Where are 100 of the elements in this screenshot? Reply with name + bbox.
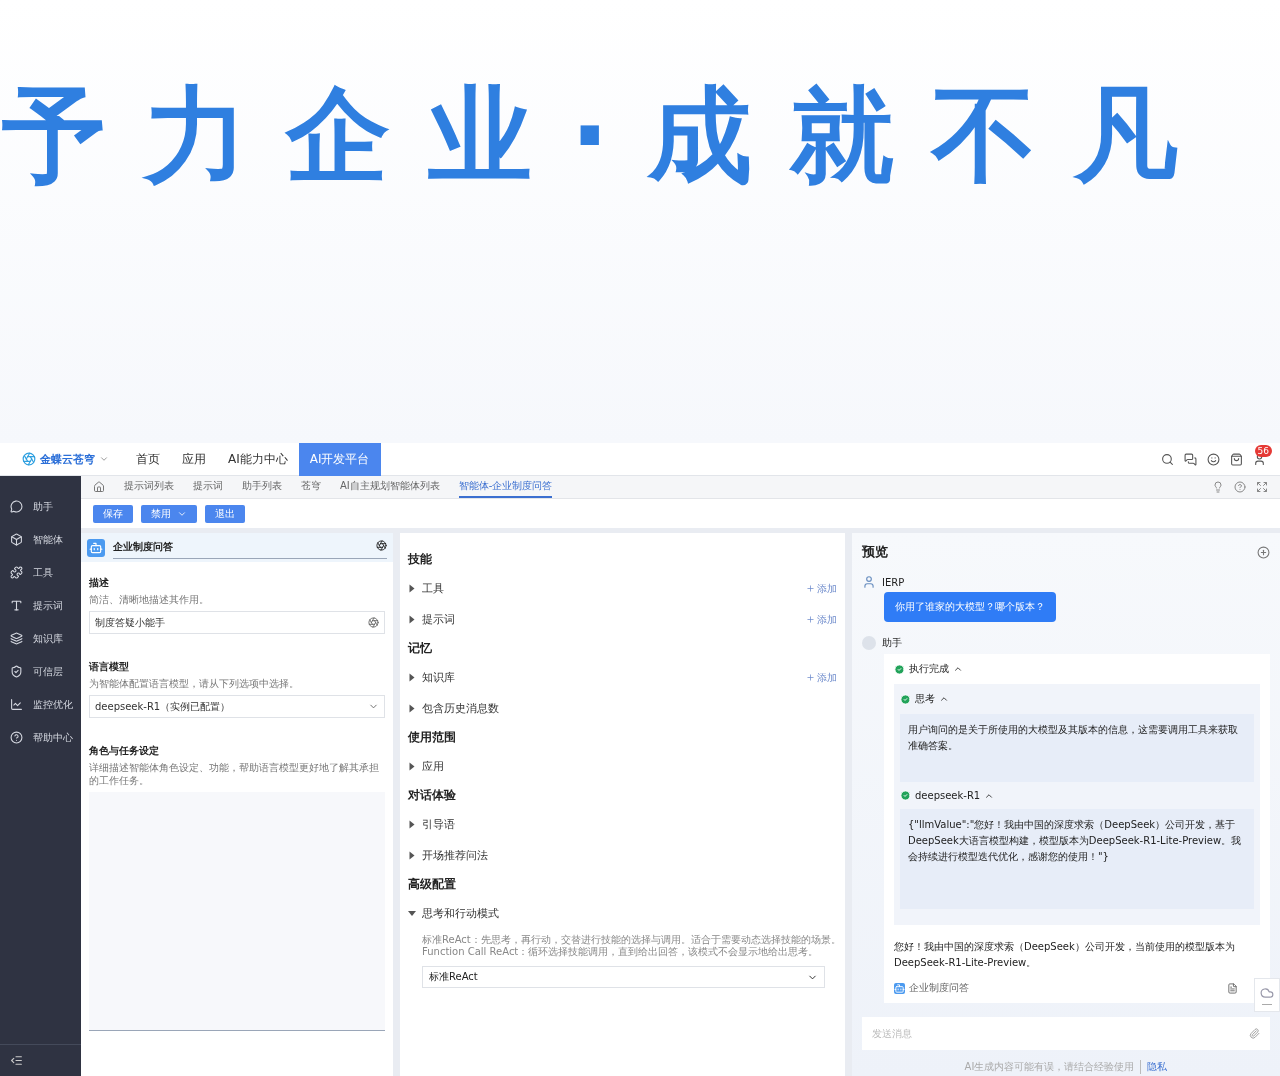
skill-label[interactable]: 开场推荐问法: [422, 848, 488, 863]
sidebar-item[interactable]: 助手: [0, 490, 81, 523]
section-title: 语言模型: [89, 660, 130, 674]
add-link[interactable]: 添加: [806, 612, 837, 627]
cube-icon: [10, 533, 23, 546]
check-icon: [900, 693, 911, 705]
step-label[interactable]: deepseek-R1: [915, 790, 981, 801]
step-text: 用户询问的是关于所使用的大模型及其版本的信息，这需要调用工具来获取准确答案。: [900, 714, 1254, 782]
step-label[interactable]: 思考: [915, 692, 935, 706]
stack-icon: [10, 632, 23, 645]
nav-tab[interactable]: AI能力中心: [217, 442, 299, 476]
chart-icon: [10, 698, 23, 711]
plus-icon: [806, 615, 815, 624]
add-icon[interactable]: [1257, 545, 1270, 559]
toolbar-button[interactable]: 退出: [205, 504, 245, 523]
agent-name[interactable]: 企业制度问答: [113, 540, 173, 554]
answer-text: 您好！我由中国的深度求索（DeepSeek）公司开发，当前使用的模型版本为DeepSeek-R1-Lite-Preview。: [894, 940, 1236, 970]
skill-label[interactable]: 引导语: [422, 817, 455, 832]
notification-badge: 56: [1254, 444, 1272, 457]
fullscreen-icon[interactable]: [1256, 481, 1268, 493]
sidebar-item[interactable]: 帮助中心: [0, 721, 81, 754]
group-title: 记忆: [408, 640, 433, 657]
check-icon: [894, 663, 905, 675]
sidebar-item[interactable]: 提示词: [0, 589, 81, 622]
expand-icon[interactable]: [409, 704, 415, 713]
group-title: 高级配置: [408, 876, 457, 893]
group-title: 技能: [408, 551, 433, 568]
skill-label[interactable]: 知识库: [422, 670, 455, 685]
plus-icon: [806, 584, 815, 593]
messages-icon[interactable]: [1184, 452, 1197, 466]
mode-note: 标准ReAct：先思考，再行动，交替进行技能的选择与调用。适合于需要动态选择技能的场景。: [421, 934, 837, 946]
breadcrumb-tab[interactable]: 助手列表: [242, 476, 282, 498]
expand-icon[interactable]: [409, 762, 415, 771]
chat-icon: [10, 500, 23, 513]
section-title: 描述: [89, 576, 110, 590]
section-hint: 详细描述智能体角色设定、功能，帮助语言模型更好地了解其承担的工作任务。: [89, 761, 380, 787]
skill-label[interactable]: 工具: [422, 581, 444, 596]
group-title: 使用范围: [408, 729, 457, 746]
preview-title: 预览: [862, 543, 888, 561]
sidebar-item[interactable]: 工具: [0, 556, 81, 589]
toolbar-button[interactable]: 保存: [93, 504, 133, 523]
expand-icon[interactable]: [409, 584, 415, 593]
model-select[interactable]: deepseek-R1（实例已配置）: [89, 695, 385, 718]
paperclip-icon[interactable]: [1249, 1028, 1260, 1039]
add-link[interactable]: 添加: [806, 581, 837, 596]
help-icon: [10, 731, 23, 744]
step-text: {"llmValue":"您好！我由中国的深度求索（DeepSeek）公司开发，基于DeepSeek大语言模型构建，模型版本为DeepSeek-R1-Lite-Preview。我会持续进行模型迭代优化，感谢您的使用！"}: [900, 809, 1254, 909]
sidebar-item[interactable]: 知识库: [0, 622, 81, 655]
mode-select[interactable]: 标准ReAct: [422, 966, 825, 988]
status-label[interactable]: 执行完成: [909, 662, 949, 676]
collapse-icon[interactable]: [953, 664, 963, 674]
skill-label[interactable]: 应用: [422, 759, 444, 774]
search-icon[interactable]: [1161, 452, 1174, 466]
expand-icon[interactable]: [408, 911, 416, 916]
breadcrumb-tab[interactable]: 提示词: [193, 476, 223, 498]
face-icon[interactable]: [1207, 452, 1220, 466]
bag-icon[interactable]: [1230, 452, 1243, 466]
collapse-icon[interactable]: [10, 1054, 23, 1067]
add-link[interactable]: 添加: [806, 670, 837, 685]
robot-icon: [894, 982, 905, 994]
text-icon: [10, 599, 23, 612]
shield-icon: [10, 665, 23, 678]
section-title: 角色与任务设定: [89, 744, 160, 758]
skill-label[interactable]: 思考和行动模式: [422, 906, 499, 921]
cloud-icon: [1260, 985, 1274, 1000]
document-icon[interactable]: [1227, 982, 1238, 994]
assistant-name: 助手: [882, 636, 902, 650]
toolbar-button[interactable]: 禁用: [141, 504, 197, 523]
home-icon[interactable]: [93, 481, 105, 493]
user-name: IERP: [882, 576, 905, 588]
skill-label[interactable]: 包含历史消息数: [422, 701, 499, 716]
banner-slogan: 予力企业·成就不凡: [2, 80, 1216, 198]
mode-note: Function Call ReAct：循环选择技能调用，直到给出回答，该模式不会显示地给出思考。: [421, 946, 820, 958]
puzzle-icon: [10, 566, 23, 579]
nav-tab[interactable]: 首页: [125, 442, 171, 476]
sidebar-item[interactable]: 智能体: [0, 523, 81, 556]
user-avatar-icon: [862, 575, 876, 589]
skill-label[interactable]: 提示词: [422, 612, 455, 627]
collapse-icon[interactable]: [939, 694, 949, 704]
sidebar-item[interactable]: 监控优化: [0, 688, 81, 721]
check-icon: [900, 790, 911, 801]
agent-tag: 企业制度问答: [909, 981, 969, 995]
breadcrumb-tab[interactable]: 苍穹: [301, 476, 321, 498]
expand-icon[interactable]: [409, 673, 415, 682]
aperture-icon[interactable]: [376, 540, 387, 551]
disclaimer-text: AI生成内容可能有误，请结合经验使用: [964, 1060, 1135, 1074]
breadcrumb-tab[interactable]: 提示词列表: [124, 476, 174, 498]
nav-tab[interactable]: AI开发平台: [298, 442, 381, 476]
sidebar-item[interactable]: 可信层: [0, 655, 81, 688]
expand-icon[interactable]: [409, 820, 415, 829]
breadcrumb-tab[interactable]: AI自主规划智能体列表: [340, 476, 440, 498]
privacy-link[interactable]: 隐私: [1140, 1060, 1168, 1074]
lightbulb-icon[interactable]: [1212, 481, 1224, 493]
expand-icon[interactable]: [409, 615, 415, 624]
expand-icon[interactable]: [409, 851, 415, 860]
logo[interactable]: 金蝶云苍穹: [22, 451, 109, 467]
description-field[interactable]: 制度答疑小能手: [89, 611, 385, 634]
nav-tab[interactable]: 应用: [171, 442, 217, 476]
section-hint: 为智能体配置语言模型，请从下列选项中选择。: [89, 677, 300, 690]
user-message: 你用了谁家的大模型？哪个版本？: [884, 592, 1056, 622]
